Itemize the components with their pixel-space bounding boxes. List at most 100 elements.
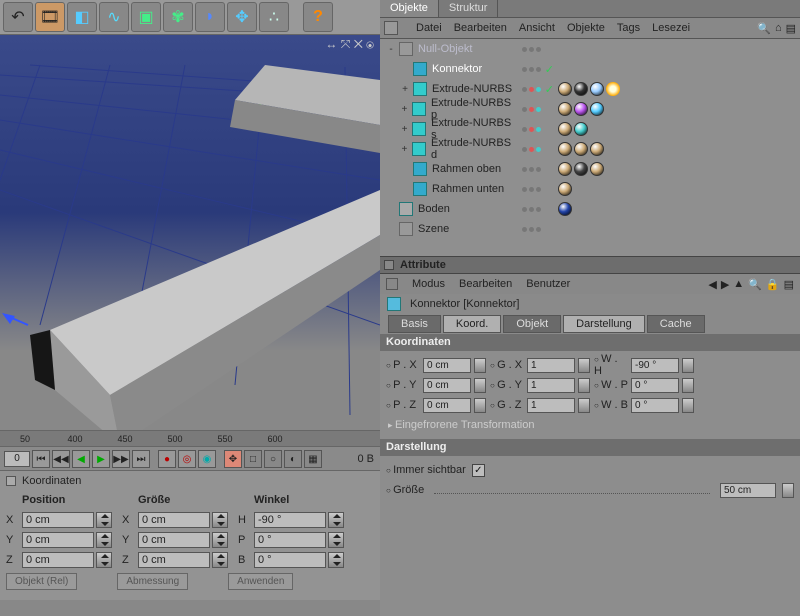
tree-row-extrude-nurbs-p[interactable]: +Extrude-NURBS p (380, 99, 800, 119)
menu-ansicht[interactable]: Ansicht (519, 22, 555, 34)
deformer-button[interactable]: ◗ (195, 2, 225, 32)
ang-p-field[interactable]: 0 ° (254, 532, 326, 548)
tag-row[interactable] (558, 119, 588, 139)
field-gy[interactable]: 1 (527, 378, 575, 393)
spin-wp[interactable] (682, 378, 694, 393)
ang-p-spinner[interactable] (328, 532, 344, 548)
tree-row-boden[interactable]: Boden (380, 199, 800, 219)
viewport-3d[interactable]: ↔ ⤧ ✕ ⦿ (0, 35, 380, 430)
material-tag-icon[interactable] (574, 142, 588, 156)
material-tag-icon[interactable] (558, 162, 572, 176)
object-name[interactable]: Rahmen unten (430, 183, 504, 195)
material-tag-icon[interactable] (574, 82, 588, 96)
array-button[interactable]: ✾ (163, 2, 193, 32)
material-tag-icon[interactable] (558, 122, 572, 136)
autokey-button[interactable]: ◎ (178, 450, 196, 468)
field-py[interactable]: 0 cm (423, 378, 471, 393)
menu-datei[interactable]: Datei (416, 22, 442, 34)
ang-h-spinner[interactable] (328, 512, 344, 528)
field-px[interactable]: 0 cm (423, 358, 471, 373)
filter-icon[interactable]: ▤ (786, 22, 796, 35)
panel-toggle-icon[interactable] (6, 476, 16, 486)
material-tag-icon[interactable] (574, 162, 588, 176)
nav-up-icon[interactable]: ▲ (733, 278, 744, 290)
tree-row-rahmen-unten[interactable]: Rahmen unten (380, 179, 800, 199)
home-icon[interactable]: ⌂ (775, 22, 782, 34)
expand-icon[interactable]: + (400, 144, 410, 155)
nurbs-button[interactable]: ▣ (131, 2, 161, 32)
material-tag-icon[interactable] (590, 102, 604, 116)
field-gx[interactable]: 1 (527, 358, 575, 373)
scale-key-button[interactable]: □ (244, 450, 262, 468)
spline-button[interactable]: ∿ (99, 2, 129, 32)
go-end-button[interactable]: ⏭ (132, 450, 150, 468)
size-x-spinner[interactable] (212, 512, 228, 528)
tag-row[interactable] (558, 159, 604, 179)
object-name[interactable]: Konnektor (430, 63, 482, 75)
tree-row-extrude-nurbs[interactable]: +Extrude-NURBS✓ (380, 79, 800, 99)
visibility-dots[interactable] (518, 99, 558, 119)
visibility-dots[interactable]: ✓ (518, 79, 558, 99)
tab-objekt[interactable]: Objekt (503, 315, 561, 333)
material-tag-icon[interactable] (574, 102, 588, 116)
pos-z-spinner[interactable] (96, 552, 112, 568)
move-key-button[interactable]: ✥ (224, 450, 242, 468)
material-tag-icon[interactable] (558, 182, 572, 196)
undo-button[interactable]: ↶ (3, 2, 33, 32)
pos-x-spinner[interactable] (96, 512, 112, 528)
attr-menu-toggle[interactable] (386, 278, 398, 290)
menu-tags[interactable]: Tags (617, 22, 640, 34)
pla-key-button[interactable]: ▦ (304, 450, 322, 468)
attr-search-icon[interactable]: 🔍 (748, 278, 762, 291)
menu-bearbeiten[interactable]: Bearbeiten (454, 22, 507, 34)
tab-darstellung[interactable]: Darstellung (563, 315, 645, 333)
tab-struktur[interactable]: Struktur (439, 0, 499, 17)
nav-back-icon[interactable]: ◀ (708, 278, 716, 291)
nav-fwd-icon[interactable]: ▶ (721, 278, 729, 291)
size-z-spinner[interactable] (212, 552, 228, 568)
visibility-dots[interactable] (518, 199, 558, 219)
object-name[interactable]: Rahmen oben (430, 163, 501, 175)
visibility-dots[interactable] (518, 139, 558, 159)
tab-basis[interactable]: Basis (388, 315, 441, 333)
spin-groesse[interactable] (782, 483, 794, 498)
go-start-button[interactable]: ⏮ (32, 450, 50, 468)
checkbox-immer-sichtbar[interactable]: ✓ (472, 464, 485, 477)
compositing-tag-icon[interactable] (606, 82, 620, 96)
om-toggle-icon[interactable] (384, 21, 398, 35)
field-gz[interactable]: 1 (527, 398, 575, 413)
more-icon[interactable]: ▤ (784, 278, 794, 291)
key-options-button[interactable]: ◉ (198, 450, 216, 468)
tree-row-rahmen-oben[interactable]: Rahmen oben (380, 159, 800, 179)
tree-row-szene[interactable]: Szene (380, 219, 800, 239)
visibility-dots[interactable] (518, 179, 558, 199)
field-wp[interactable]: 0 ° (631, 378, 679, 393)
anwenden-button[interactable]: Anwenden (228, 573, 293, 590)
ang-b-field[interactable]: 0 ° (254, 552, 326, 568)
menu-objekte[interactable]: Objekte (567, 22, 605, 34)
expand-icon[interactable]: + (400, 84, 410, 95)
visibility-dots[interactable] (518, 39, 558, 59)
tag-row[interactable] (558, 179, 572, 199)
pos-x-field[interactable]: 0 cm (22, 512, 94, 528)
film-button[interactable]: 🎞 (35, 2, 65, 32)
expand-icon[interactable]: - (386, 44, 396, 55)
object-name[interactable]: Extrude-NURBS d (429, 137, 518, 161)
expand-icon[interactable]: + (400, 124, 410, 135)
viewport-mode-icons[interactable]: ↔ ⤧ ✕ ⦿ (325, 37, 374, 52)
menu-lesezei[interactable]: Lesezei (652, 22, 690, 34)
enable-check-icon[interactable]: ✓ (545, 63, 558, 76)
material-tag-icon[interactable] (558, 202, 572, 216)
field-groesse[interactable]: 50 cm (720, 483, 776, 498)
pos-z-field[interactable]: 0 cm (22, 552, 94, 568)
material-tag-icon[interactable] (558, 102, 572, 116)
prim-cube-button[interactable]: ◧ (67, 2, 97, 32)
tree-row-extrude-nurbs-s[interactable]: +Extrude-NURBS s (380, 119, 800, 139)
size-y-field[interactable]: 0 cm (138, 532, 210, 548)
field-wb[interactable]: 0 ° (631, 398, 679, 413)
timeline-ruler[interactable]: 50 400 450 500 550 600 (0, 431, 380, 447)
object-name[interactable]: Szene (416, 223, 449, 235)
tag-row[interactable] (558, 79, 620, 99)
material-tag-icon[interactable] (558, 82, 572, 96)
visibility-dots[interactable]: ✓ (518, 59, 558, 79)
